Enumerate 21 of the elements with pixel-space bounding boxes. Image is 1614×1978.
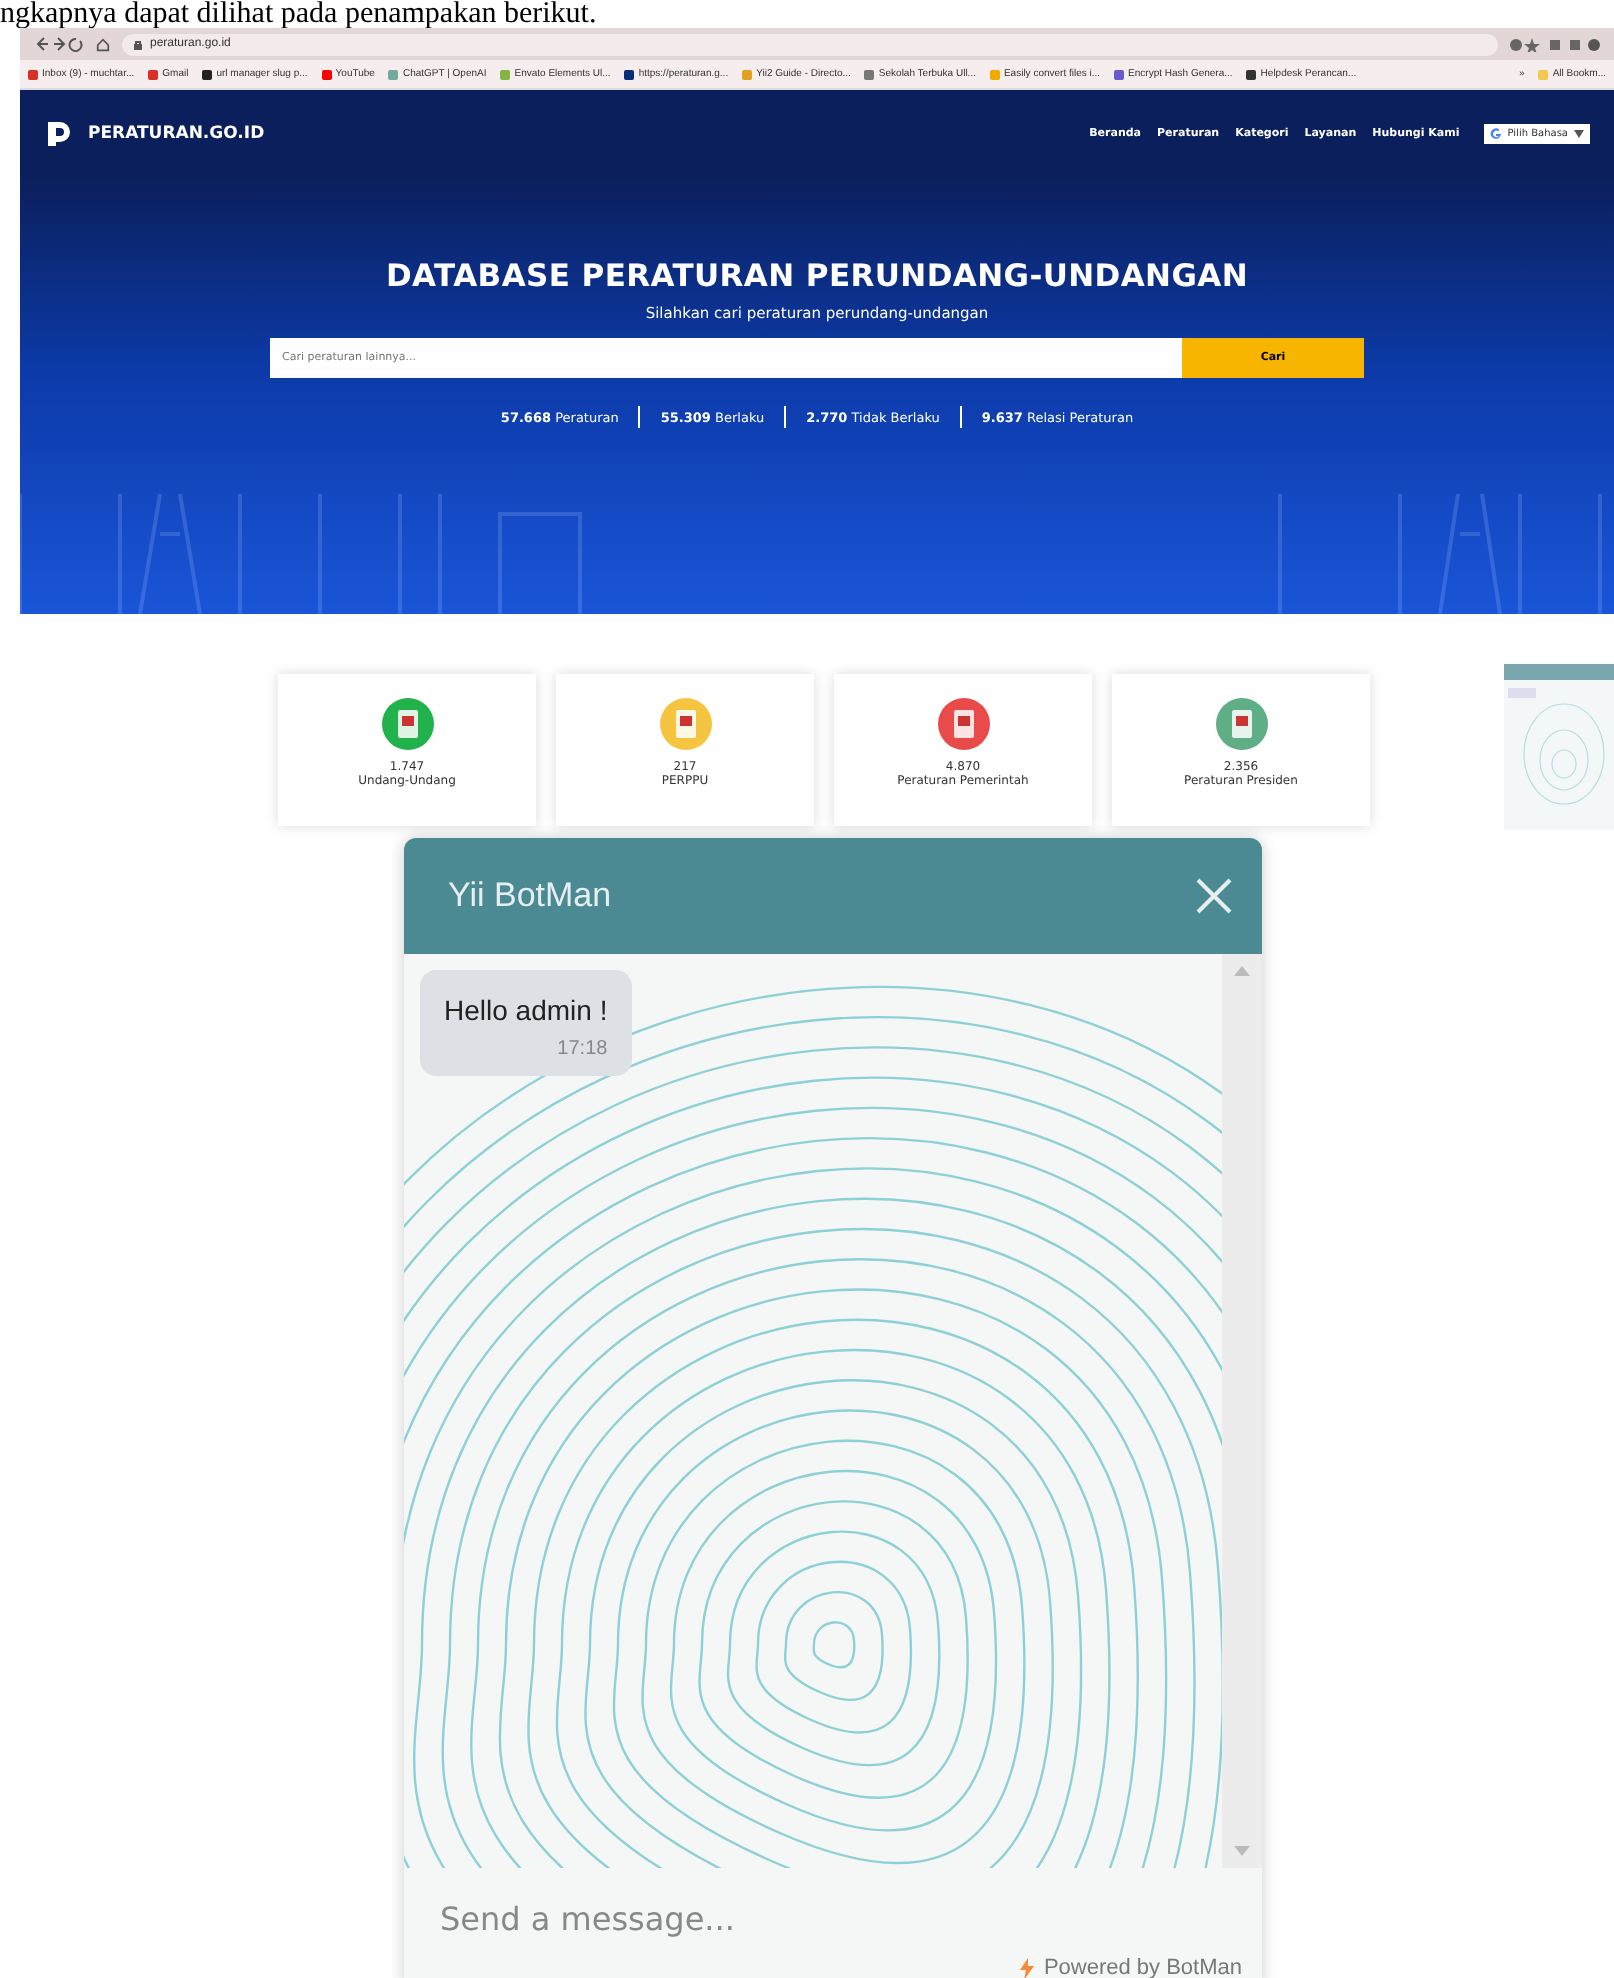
- book-icon: [937, 698, 989, 750]
- lock-icon: [134, 39, 142, 49]
- site-logo-text[interactable]: PERATURAN.GO.ID: [88, 124, 265, 144]
- lightning-icon: [1019, 1957, 1034, 1978]
- navigation-arrows-icon[interactable]: [32, 36, 84, 52]
- close-icon[interactable]: [1196, 878, 1232, 914]
- message-text: Hello admin !: [444, 994, 608, 1026]
- home-icon[interactable]: [96, 37, 110, 51]
- powered-by-text[interactable]: Powered by BotMan: [1043, 1956, 1242, 1978]
- message-input[interactable]: Send a message...: [440, 1880, 1242, 1956]
- toolbar-icons-drawing[interactable]: [1510, 37, 1602, 51]
- book-icon: [659, 698, 711, 750]
- book-icon: [1215, 698, 1267, 750]
- logo-icon[interactable]: [44, 120, 72, 148]
- message-time: 17:18: [555, 1038, 608, 1060]
- hero-title: DATABASE PERATURAN PERUNDANG-UNDANGAN: [385, 258, 1249, 294]
- book-icon: [381, 698, 433, 750]
- caption-text: ngkapnya dapat dilihat pada penampakan berikut.: [0, 0, 597, 28]
- google-g-icon: [1489, 128, 1502, 140]
- dropdown-caret-icon: [1574, 130, 1584, 138]
- chat-title: Yii BotMan: [448, 876, 612, 916]
